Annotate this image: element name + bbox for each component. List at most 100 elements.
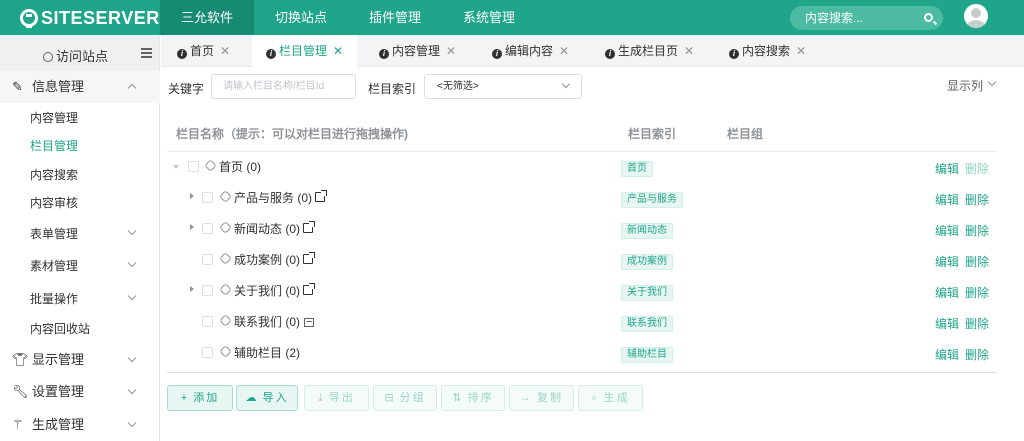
edit-link[interactable]: 编辑	[935, 315, 959, 332]
edit-link[interactable]: 编辑	[935, 191, 959, 208]
external-link-icon[interactable]	[303, 252, 316, 264]
delete-link[interactable]: 删除	[965, 284, 989, 301]
add-button[interactable]: + 添加	[167, 385, 233, 411]
external-link-icon[interactable]	[303, 221, 316, 233]
top-nav-plugins[interactable]: 插件管理	[348, 0, 442, 35]
sidebar-item-batch-row[interactable]: 批量操作	[0, 283, 159, 315]
top-nav-switch-site[interactable]: 切换站点	[254, 0, 348, 35]
close-icon[interactable]: ✕	[220, 44, 230, 58]
edit-link[interactable]: 编辑	[935, 222, 959, 239]
external-link-icon[interactable]	[315, 190, 328, 202]
tab-edit-content[interactable]: i 编辑内容 ✕	[492, 35, 569, 67]
delete-link[interactable]: 删除	[965, 346, 989, 363]
info-icon: i	[605, 49, 615, 59]
delete-link[interactable]: 删除	[965, 253, 989, 270]
globe-icon	[43, 52, 53, 62]
index-select-value: <无筛选>	[437, 81, 479, 92]
menu-toggle-icon[interactable]	[141, 48, 152, 58]
index-tag: 新闻动态	[621, 223, 673, 239]
show-columns-dropdown[interactable]: 显示列	[947, 77, 997, 94]
row-checkbox[interactable]	[202, 192, 213, 203]
site-logo[interactable]: SITESERVER	[20, 6, 160, 30]
row-checkbox[interactable]	[188, 161, 199, 172]
visit-site-link[interactable]: 访问站点	[43, 46, 108, 65]
row-checkbox[interactable]	[202, 347, 213, 358]
keyword-input[interactable]: 请输入栏目名称/栏目Id	[211, 74, 356, 99]
edit-link[interactable]: 编辑	[935, 160, 959, 177]
chevron-up-icon	[127, 83, 137, 93]
table-row[interactable]: 首页 (0) 首页 编辑 删除	[167, 152, 997, 183]
row-name[interactable]: 新闻动态 (0)	[234, 220, 316, 237]
tab-create-channel[interactable]: i 生成栏目页 ✕	[605, 35, 694, 67]
tab-content-search[interactable]: i 内容搜索 ✕	[729, 35, 806, 67]
external-link-icon[interactable]	[303, 283, 316, 295]
table-bottom-divider	[167, 372, 997, 373]
delete-link[interactable]: 删除	[965, 191, 989, 208]
sidebar-group-info[interactable]: ✎ 信息管理	[0, 71, 160, 103]
content-search-input[interactable]: 内容搜索...	[790, 6, 943, 30]
plus-icon: +	[180, 392, 188, 404]
top-nav-system[interactable]: 系统管理	[442, 0, 536, 35]
export-button-label: 导出	[328, 392, 355, 404]
close-icon[interactable]: ✕	[684, 44, 694, 58]
link-icon	[219, 283, 232, 296]
expand-caret-icon[interactable]	[190, 286, 194, 292]
sort-button-label: 排序	[467, 392, 494, 404]
sidebar-item-content-search[interactable]: 内容搜索	[30, 161, 78, 189]
row-name[interactable]: 产品与服务 (0)	[234, 189, 328, 206]
user-avatar[interactable]	[964, 4, 988, 28]
sidebar-item-forms-row[interactable]: 表单管理	[0, 218, 159, 250]
table-row[interactable]: 辅助栏目 (2) 辅助栏目 编辑 删除	[167, 338, 997, 369]
sidebar-item-channels[interactable]: 栏目管理	[30, 132, 78, 160]
edit-link[interactable]: 编辑	[935, 284, 959, 301]
search-icon[interactable]	[924, 13, 933, 22]
expand-caret-icon[interactable]	[190, 193, 194, 199]
close-icon[interactable]: ✕	[333, 44, 343, 58]
row-checkbox[interactable]	[202, 316, 213, 327]
download-icon: ⤓	[318, 392, 323, 404]
table-row[interactable]: 新闻动态 (0) 新闻动态 编辑 删除	[167, 214, 997, 245]
row-checkbox[interactable]	[202, 223, 213, 234]
index-tag: 成功案例	[621, 254, 673, 270]
table-row[interactable]: 成功案例 (0) 成功案例 编辑 删除	[167, 245, 997, 276]
sort-button: ⇅ 排序	[441, 385, 505, 411]
row-name[interactable]: 成功案例 (0)	[234, 251, 316, 268]
sidebar-group-display[interactable]: 👕︎ 显示管理	[0, 344, 160, 376]
edit-link[interactable]: 编辑	[935, 253, 959, 270]
table-row[interactable]: 联系我们 (0) 联系我们 编辑 删除	[167, 307, 997, 338]
link-icon	[204, 159, 217, 172]
row-name[interactable]: 辅助栏目 (2)	[234, 344, 300, 361]
top-nav-sanyun[interactable]: 三允软件	[160, 0, 255, 35]
row-name[interactable]: 联系我们 (0)	[234, 313, 315, 330]
sidebar-item-recycle[interactable]: 内容回收站	[30, 315, 90, 343]
row-checkbox[interactable]	[202, 254, 213, 265]
table-row[interactable]: 产品与服务 (0) 产品与服务 编辑 删除	[167, 183, 997, 214]
table-row[interactable]: 关于我们 (0) 关于我们 编辑 删除	[167, 276, 997, 307]
close-icon[interactable]: ✕	[446, 44, 456, 58]
tab-label: 内容管理	[392, 44, 441, 58]
row-name[interactable]: 首页 (0)	[219, 158, 261, 175]
index-select[interactable]: <无筛选>	[424, 74, 582, 99]
chevron-down-icon	[561, 79, 571, 89]
import-button[interactable]: ☁ 导入	[236, 385, 298, 411]
delete-link[interactable]: 删除	[965, 315, 989, 332]
sidebar-group-settings[interactable]: 🔧︎ 设置管理	[0, 376, 160, 408]
edit-link[interactable]: 编辑	[935, 346, 959, 363]
tab-channels[interactable]: i 栏目管理 ✕	[252, 35, 358, 68]
row-checkbox[interactable]	[202, 285, 213, 296]
sidebar-item-content-check[interactable]: 内容审核	[30, 189, 78, 217]
close-icon[interactable]: ✕	[796, 44, 806, 58]
sidebar-item-content[interactable]: 内容管理	[30, 104, 78, 132]
collapse-caret-icon[interactable]	[173, 165, 179, 169]
sidebar-item-materials-row[interactable]: 素材管理	[0, 250, 159, 282]
sidebar-group-generate[interactable]: ⚚ 生成管理	[0, 409, 160, 441]
close-icon[interactable]: ✕	[559, 44, 569, 58]
tab-home[interactable]: i 首页 ✕	[177, 35, 230, 67]
delete-link[interactable]: 删除	[965, 222, 989, 239]
expand-caret-icon[interactable]	[190, 224, 194, 230]
tab-contents[interactable]: i 内容管理 ✕	[379, 35, 456, 67]
visit-site-label: 访问站点	[56, 49, 109, 64]
add-button-label: 添加	[193, 392, 220, 404]
tab-label: 编辑内容	[505, 44, 554, 58]
row-name[interactable]: 关于我们 (0)	[234, 282, 316, 299]
